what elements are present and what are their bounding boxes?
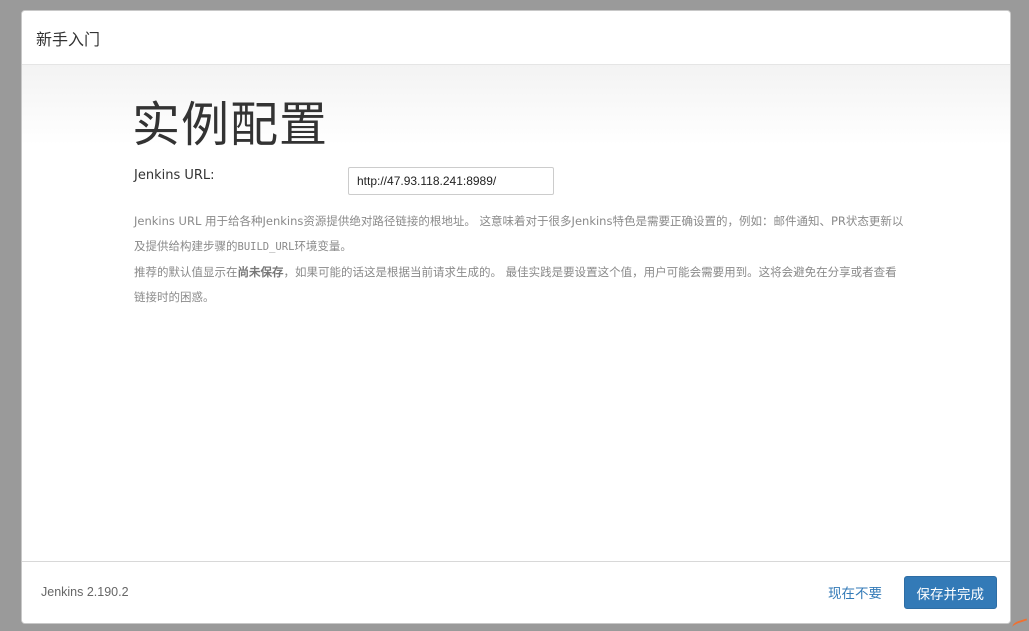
help-paragraph-2: 推荐的默认值显示在尚未保存，如果可能的话这是根据当前请求生成的。 最佳实践是要设…	[134, 260, 904, 310]
jenkins-url-help: Jenkins URL 用于给各种Jenkins资源提供绝对路径链接的根地址。 …	[134, 209, 904, 310]
help-text-1b: 环境变量。	[294, 239, 352, 253]
dialog-body: 实例配置 Jenkins URL: Jenkins URL 用于给各种Jenki…	[22, 65, 1010, 561]
instance-config-panel: 实例配置 Jenkins URL: Jenkins URL 用于给各种Jenki…	[132, 97, 902, 310]
setup-wizard-dialog: 新手入门 实例配置 Jenkins URL: Jenkins URL 用于给各种…	[21, 10, 1011, 624]
help-text-2a: 推荐的默认值显示在	[134, 265, 238, 279]
jenkins-url-label: Jenkins URL:	[134, 167, 215, 185]
dialog-footer: Jenkins 2.190.2 现在不要 保存并完成	[22, 561, 1010, 623]
jenkins-url-input[interactable]	[348, 167, 554, 195]
corner-annotation-mark	[1011, 618, 1029, 631]
skip-link[interactable]: 现在不要	[828, 582, 882, 602]
jenkins-version: Jenkins 2.190.2	[41, 585, 129, 599]
jenkins-url-row: Jenkins URL:	[132, 167, 902, 197]
save-and-finish-button[interactable]: 保存并完成	[904, 576, 998, 609]
page-title: 实例配置	[132, 97, 902, 153]
not-saved-emphasis: 尚未保存	[238, 265, 284, 279]
build-url-code: BUILD_URL	[238, 241, 295, 253]
dialog-header: 新手入门	[22, 11, 1010, 65]
dialog-title: 新手入门	[36, 30, 100, 49]
help-paragraph-1: Jenkins URL 用于给各种Jenkins资源提供绝对路径链接的根地址。 …	[134, 209, 904, 260]
